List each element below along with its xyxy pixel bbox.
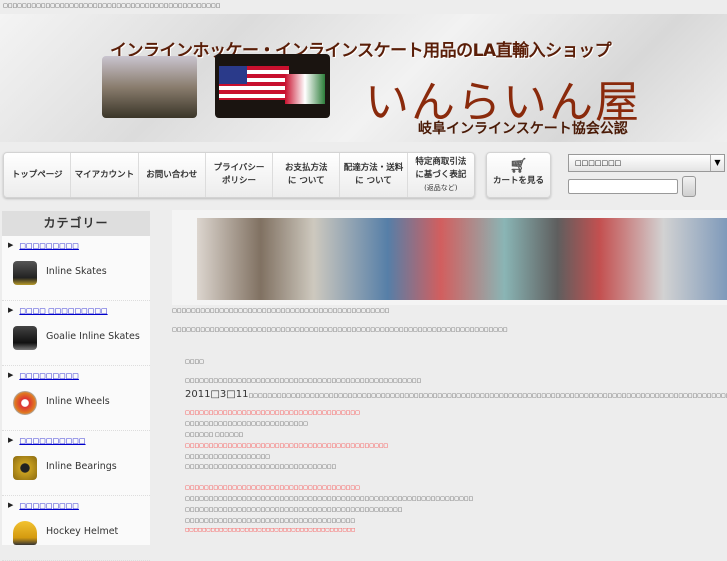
category-name: Hockey Helmet: [46, 526, 119, 537]
nav-my-account[interactable]: マイアカウント: [71, 153, 139, 197]
cart-icon: 🛒︎: [509, 158, 528, 174]
category-link[interactable]: □□□□□□□□□: [19, 242, 79, 250]
search-button[interactable]: [682, 176, 696, 197]
category-item: ▶ □□□□ □□□□□□□□□ Goalie Inline Skates: [2, 301, 150, 366]
notice-text: □□□□□□□□□□□□□□□□□□□□□□□□□□□□□□□□□□□□□□□□…: [185, 507, 403, 513]
nav-label: マイアカウント: [74, 169, 135, 180]
bearing-image[interactable]: [13, 456, 37, 480]
flags-photo: [215, 54, 330, 118]
bullet-icon: ▶: [8, 306, 14, 314]
chevron-down-icon: ▼: [710, 155, 724, 171]
search-input[interactable]: [568, 179, 678, 194]
notice-text: □□□□□□□□□□□□□□□□□□□□□□□□□□□□□□□□□□□□□□□□…: [185, 496, 474, 502]
bullet-icon: ▶: [8, 436, 14, 444]
wheel-image[interactable]: [13, 391, 37, 415]
notice-highlight: □□□□□□□□□□□□□□□□□□□□□□□□□□□□□□□□□□□□□□□□: [185, 528, 356, 533]
nav-payment[interactable]: お支払方法に ついて: [273, 153, 341, 197]
site-description: □□□□□□□□□□□□□□□□□□□□□□□□□□□□□□□□□□□□□□□□…: [3, 3, 221, 9]
nav-label: (返品など): [424, 183, 458, 192]
nav-top-page[interactable]: トップページ: [4, 153, 72, 197]
notice-highlight: □□□□□□□□□□□□□□□□□□□□□□□□□□□□□□□□□□□□□: [185, 485, 360, 491]
category-link[interactable]: □□□□□□□□□: [19, 502, 79, 510]
helmet-image[interactable]: [13, 521, 37, 545]
select-value: □□□□□□□: [575, 159, 622, 167]
us-flag-image: [219, 66, 289, 100]
nav-label: 配達方法・送料: [343, 163, 404, 173]
nav-privacy-policy[interactable]: プライバシー ポリシー: [206, 153, 274, 197]
notice-highlight: □□□□□□□□□□□□□□□□□□□□□□□□□□□□□□□□□□□□□□□□…: [185, 443, 389, 449]
notice-text: □□□□□□ □□□□□□: [185, 432, 244, 438]
nav-label: に ついて: [355, 176, 392, 186]
nav-label: お支払方法: [285, 163, 328, 173]
bullet-icon: ▶: [8, 501, 14, 509]
category-name: Inline Skates: [46, 266, 107, 277]
global-nav: トップページ マイアカウント お問い合わせ プライバシー ポリシー お支払方法に …: [3, 152, 475, 198]
category-item: ▶ □□□□□□□□□□ Inline Bearings: [2, 431, 150, 496]
notice-date-line: 2011□3□11□□□□□□□□□□□□□□□□□□□□□□□□□□□□□□□…: [185, 386, 727, 402]
header-banner[interactable]: インラインホッケー・インラインスケート用品のLA直輸入ショップ いんらいん屋 岐…: [0, 14, 727, 142]
nav-label: 特定商取引法: [415, 156, 467, 167]
category-select[interactable]: □□□□□□□ ▼: [568, 154, 725, 172]
hockey-photo-strip: [197, 218, 727, 300]
notice-highlight: □□□□□□□□□□□□□□□□□□□□□□□□□□□□□□□□□□□□□: [185, 410, 360, 416]
category-item: ▶ □□□□□□□□□ Inline Wheels: [2, 366, 150, 431]
nav-label: トップページ: [11, 169, 63, 180]
nav-label: に ついて: [287, 176, 325, 186]
nav-label: プライバシー: [213, 163, 265, 173]
la-skyline-photo: [102, 56, 197, 118]
category-item: ▶ □□□□□□□□□ Inline Skates: [2, 236, 150, 301]
category-link[interactable]: □□□□□□□□□: [19, 372, 79, 380]
flag-image: [285, 74, 325, 104]
nav-label: お問い合わせ: [146, 169, 198, 180]
intro-text: □□□□□□□□□□□□□□□□□□□□□□□□□□□□□□□□□□□□□□□□…: [172, 327, 508, 333]
category-sidebar: カテゴリー ▶ □□□□□□□□□ Inline Skates ▶ □□□□ □□□…: [2, 211, 150, 561]
banner-subtitle: 岐阜インラインスケート協会公認: [418, 121, 628, 137]
category-link[interactable]: □□□□ □□□□□□□□□: [19, 307, 107, 315]
view-cart-button[interactable]: 🛒︎ カートを見る: [486, 152, 551, 198]
nav-label: ポリシー: [221, 176, 256, 186]
hero-banner: [172, 210, 727, 305]
bullet-icon: ▶: [8, 371, 14, 379]
bullet-icon: ▶: [8, 241, 14, 249]
cart-label: カートを見る: [492, 176, 544, 186]
nav-contact[interactable]: お問い合わせ: [139, 153, 206, 197]
category-name: Goalie Inline Skates: [46, 331, 140, 342]
intro-text: □□□□□□□□□□□□□□□□□□□□□□□□□□□□□□□□□□□□□□□□…: [172, 308, 390, 314]
notice-text: □□□□□□□□□□□□□□□□□□□□□□□□□□□□□□□□□□□□□□□□…: [248, 393, 727, 399]
category-name: Inline Bearings: [46, 461, 117, 472]
sidebar-title: カテゴリー: [2, 211, 150, 236]
category-link[interactable]: □□□□□□□□□□: [19, 437, 85, 445]
category-name: Inline Wheels: [46, 396, 110, 407]
category-item: ▶ □□□□□□□□□ Hockey Helmet: [2, 496, 150, 561]
nav-shipping[interactable]: 配達方法・送料に ついて: [340, 153, 408, 197]
notice-text: □□□□□□□□□□□□□□□□□□□□□□□□□□: [185, 421, 308, 427]
notice-title: □□□□: [185, 359, 204, 365]
date-text: 2011□3□11: [185, 389, 249, 400]
notice-text: □□□□□□□□□□□□□□□□□□□□□□□□□□□□□□□□: [185, 464, 337, 470]
nav-legal-notice[interactable]: 特定商取引法 に基づく表記 (返品など): [408, 153, 474, 197]
goalie-skate-image[interactable]: [13, 326, 37, 350]
nav-label: に基づく表記: [415, 169, 467, 180]
skate-image[interactable]: [13, 261, 37, 285]
